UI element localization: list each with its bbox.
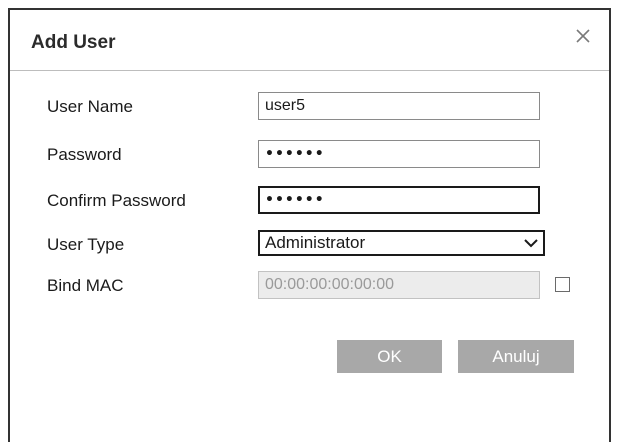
user-name-row: User Name user5 bbox=[10, 92, 609, 122]
password-label: Password bbox=[47, 145, 122, 164]
bind-mac-input[interactable]: 00:00:00:00:00:00 bbox=[258, 271, 540, 299]
confirm-password-input[interactable]: •••••• bbox=[258, 186, 540, 214]
chevron-down-icon bbox=[523, 235, 539, 251]
bind-mac-label: Bind MAC bbox=[47, 276, 124, 295]
user-type-label: User Type bbox=[47, 235, 125, 254]
bind-mac-row: Bind MAC 00:00:00:00:00:00 bbox=[10, 271, 609, 301]
password-row: Password •••••• bbox=[10, 140, 609, 170]
password-input[interactable]: •••••• bbox=[258, 140, 540, 168]
user-type-select[interactable]: Administrator bbox=[258, 230, 545, 256]
user-type-row: User Type Administrator bbox=[10, 230, 609, 260]
dialog-title: Add User bbox=[31, 32, 116, 53]
user-name-input[interactable]: user5 bbox=[258, 92, 540, 120]
confirm-password-label: Confirm Password bbox=[47, 191, 186, 210]
confirm-password-row: Confirm Password •••••• bbox=[10, 186, 609, 216]
user-name-label: User Name bbox=[47, 97, 133, 116]
close-icon[interactable] bbox=[571, 24, 595, 48]
user-type-value: Administrator bbox=[265, 233, 366, 252]
cancel-button[interactable]: Anuluj bbox=[458, 340, 574, 373]
dialog-header: Add User bbox=[10, 10, 609, 71]
ok-button[interactable]: OK bbox=[337, 340, 442, 373]
add-user-dialog: Add User User Name user5 Password ••••••… bbox=[8, 8, 611, 442]
bind-mac-checkbox[interactable] bbox=[555, 277, 570, 292]
